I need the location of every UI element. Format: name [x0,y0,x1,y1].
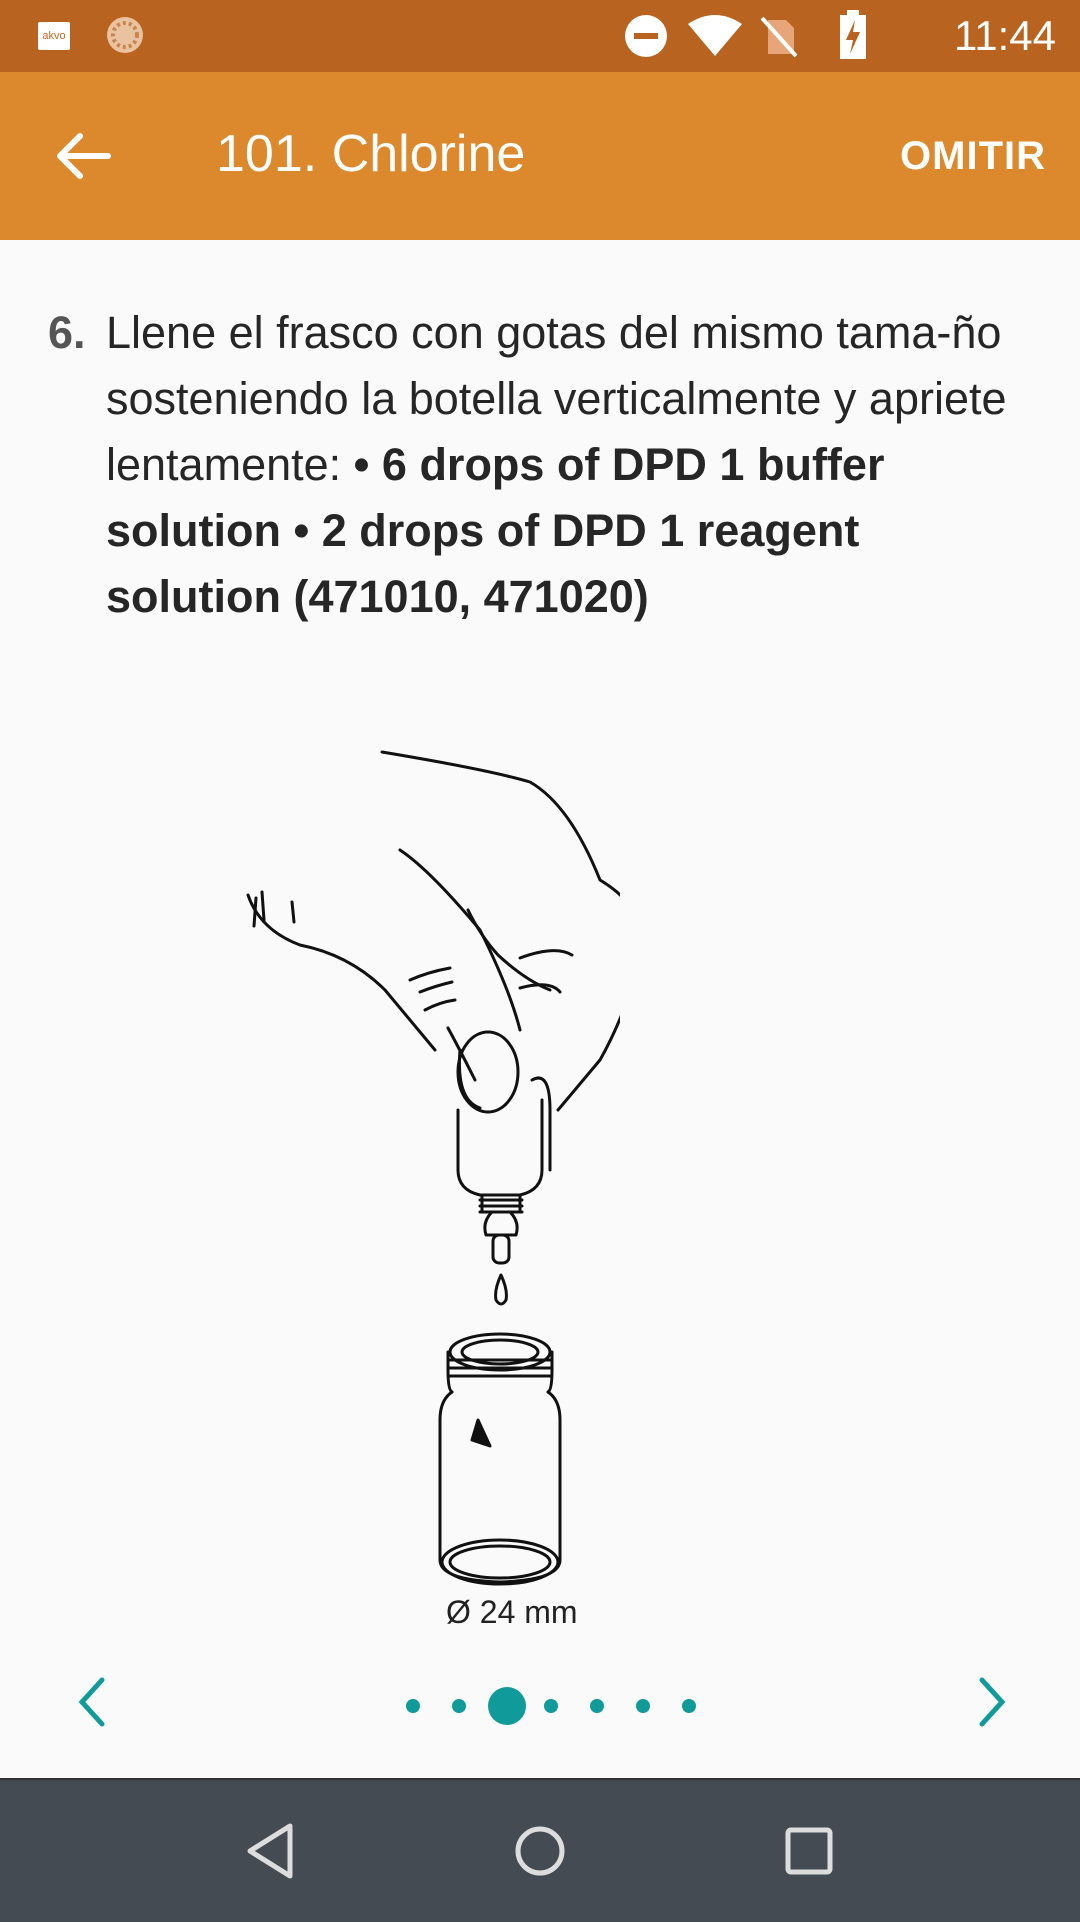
page-dot[interactable] [406,1699,420,1713]
page-dot[interactable] [682,1699,696,1713]
step-pager [0,1660,1080,1750]
page-dot[interactable] [452,1699,466,1713]
app-bar: 101. Chlorine OMITIR [0,72,1080,240]
home-circle-icon[interactable] [505,1816,575,1886]
wifi-icon [688,15,742,56]
clock: 11:44 [954,12,1056,59]
dropper-illustration [246,750,620,1586]
page-dot-active[interactable] [488,1687,526,1725]
akvo-app-icon: akvo [38,22,70,50]
back-triangle-icon[interactable] [236,1816,306,1886]
sync-icon [107,17,143,53]
recents-square-icon[interactable] [774,1816,844,1886]
system-nav-bar [0,1778,1080,1922]
skip-button[interactable]: OMITIR [900,134,1046,179]
do-not-disturb-icon [625,15,667,57]
instruction-block: 6. Llene el frasco con gotas del mismo t… [48,300,1028,630]
chevron-right-icon[interactable] [968,1672,1018,1732]
diameter-label: Ø 24 mm [446,1594,578,1630]
no-sim-icon [760,16,798,58]
battery-charging-icon [840,10,866,59]
page-dot[interactable] [636,1699,650,1713]
page-title: 101. Chlorine [216,125,526,183]
step-number: 6. [48,307,86,358]
instruction-text: Llene el frasco con gotas del mismo tama… [106,300,1028,630]
status-bar: akvo 11:44 [0,0,1080,72]
chevron-left-icon[interactable] [66,1672,116,1732]
page-dot[interactable] [544,1699,558,1713]
page-dot[interactable] [590,1699,604,1713]
arrow-back-icon[interactable] [52,124,116,188]
